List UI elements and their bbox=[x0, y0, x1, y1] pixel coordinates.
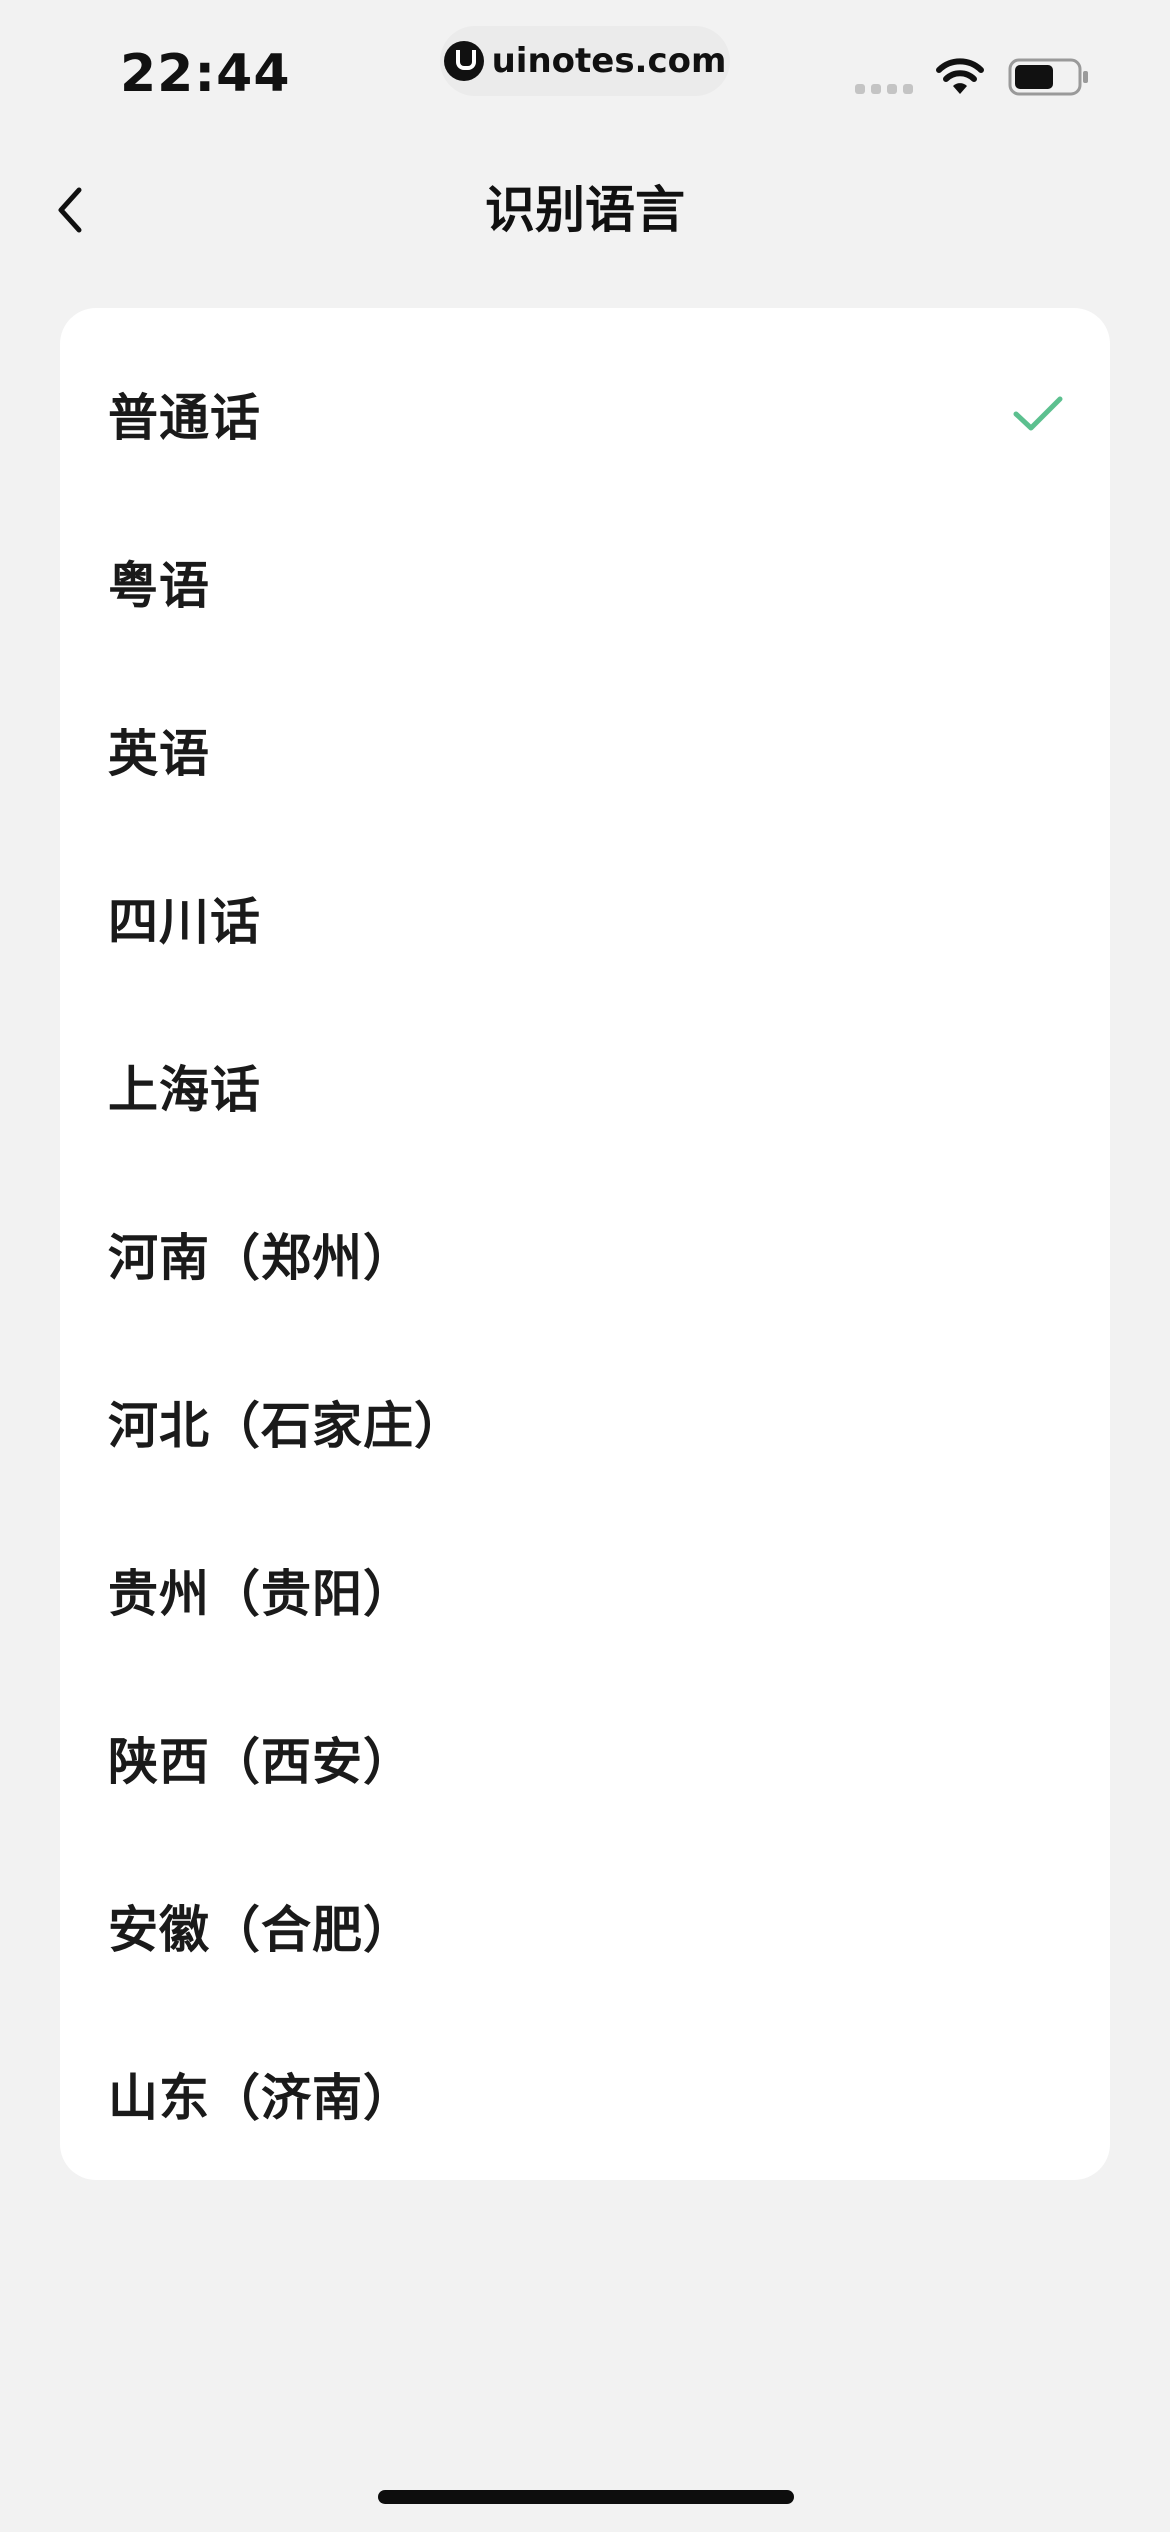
language-label: 贵州（贵阳） bbox=[108, 1565, 414, 1623]
back-button[interactable] bbox=[40, 170, 100, 250]
language-option-hebei[interactable]: 河北（石家庄） bbox=[60, 1338, 1110, 1506]
watermark-text: uinotes.com bbox=[491, 41, 727, 81]
watermark-badge: uinotes.com bbox=[440, 26, 730, 96]
language-option-mandarin[interactable]: 普通话 bbox=[60, 330, 1110, 498]
language-option-shaanxi[interactable]: 陕西（西安） bbox=[60, 1674, 1110, 1842]
language-label: 河南（郑州） bbox=[108, 1229, 414, 1287]
nav-bar: 识别语言 bbox=[0, 150, 1170, 270]
language-label: 英语 bbox=[108, 725, 210, 783]
language-label: 陕西（西安） bbox=[108, 1733, 414, 1791]
page-title: 识别语言 bbox=[485, 181, 685, 239]
language-option-sichuanese[interactable]: 四川话 bbox=[60, 834, 1110, 1002]
language-option-henan[interactable]: 河南（郑州） bbox=[60, 1170, 1110, 1338]
language-label: 粤语 bbox=[108, 557, 210, 615]
language-label: 安徽（合肥） bbox=[108, 1901, 414, 1959]
language-label: 山东（济南） bbox=[108, 2069, 414, 2127]
language-option-cantonese[interactable]: 粤语 bbox=[60, 498, 1110, 666]
language-label: 上海话 bbox=[108, 1061, 261, 1119]
language-label: 河北（石家庄） bbox=[108, 1397, 465, 1455]
language-label: 四川话 bbox=[108, 893, 261, 951]
home-indicator[interactable] bbox=[378, 2490, 794, 2504]
status-bar: 22:44 uinotes.com bbox=[0, 0, 1170, 130]
language-option-shanghainese[interactable]: 上海话 bbox=[60, 1002, 1110, 1170]
check-icon bbox=[1013, 396, 1063, 431]
language-option-english[interactable]: 英语 bbox=[60, 666, 1110, 834]
language-option-guizhou[interactable]: 贵州（贵阳） bbox=[60, 1506, 1110, 1674]
wifi-icon bbox=[936, 58, 984, 94]
language-option-shandong[interactable]: 山东（济南） bbox=[60, 2010, 1110, 2178]
status-time: 22:44 bbox=[120, 44, 291, 104]
language-option-anhui[interactable]: 安徽（合肥） bbox=[60, 1842, 1110, 2010]
battery-icon bbox=[1008, 58, 1088, 96]
watermark-logo-icon bbox=[443, 41, 484, 81]
language-label: 普通话 bbox=[108, 389, 261, 447]
chevron-left-icon bbox=[58, 187, 82, 233]
cellular-signal-icon bbox=[855, 84, 913, 94]
language-list: 普通话 粤语 英语 四川话 上海话 河南（郑州） 河北（石家庄） 贵州（贵阳） … bbox=[60, 308, 1110, 2180]
